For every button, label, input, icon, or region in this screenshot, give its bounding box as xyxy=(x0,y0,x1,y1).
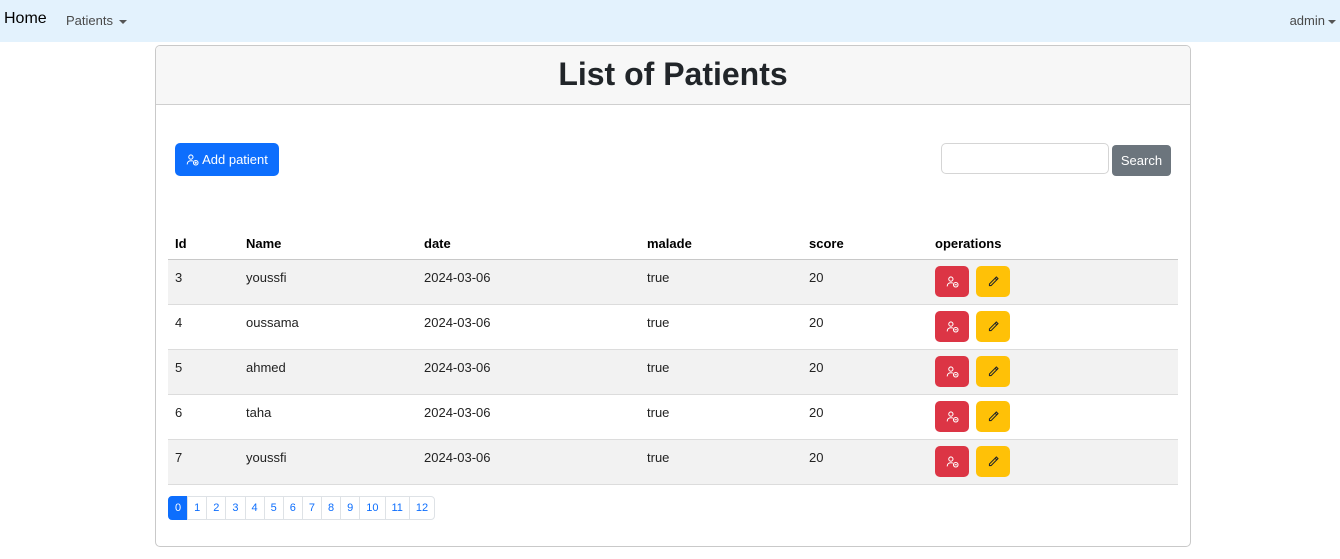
page-link[interactable]: 3 xyxy=(225,496,246,520)
cell-score: 20 xyxy=(809,405,824,420)
cell-score: 20 xyxy=(809,450,824,465)
cell-id: 5 xyxy=(175,360,183,375)
cell-id: 3 xyxy=(175,270,183,285)
cell-id: 4 xyxy=(175,315,183,330)
cell-name: youssfi xyxy=(246,450,287,465)
patients-dropdown[interactable]: Patients xyxy=(66,13,127,28)
cell-id: 7 xyxy=(175,450,183,465)
add-patient-label: Add patient xyxy=(202,152,268,167)
pencil-icon xyxy=(988,456,999,467)
delete-patient-button[interactable] xyxy=(935,266,969,297)
page-link[interactable]: 12 xyxy=(408,496,436,520)
cell-score: 20 xyxy=(809,315,824,330)
pencil-icon xyxy=(988,321,999,332)
person-remove-icon xyxy=(946,321,959,333)
pencil-icon xyxy=(988,276,999,287)
edit-patient-button[interactable] xyxy=(976,401,1010,432)
page-link[interactable]: 7 xyxy=(301,496,322,520)
delete-patient-button[interactable] xyxy=(935,401,969,432)
cell-malade: true xyxy=(647,360,670,375)
chevron-down-icon xyxy=(118,19,127,24)
delete-patient-button[interactable] xyxy=(935,446,969,477)
pagination: 0 1 2 3 4 5 6 7 8 9 10 11 12 xyxy=(168,496,436,520)
table-row: 6 taha 2024-03-06 true 20 xyxy=(168,395,1178,440)
header-malade: malade xyxy=(647,236,692,251)
header-date: date xyxy=(424,236,451,251)
person-add-icon xyxy=(186,154,199,166)
pencil-icon xyxy=(988,411,999,422)
pencil-icon xyxy=(988,366,999,377)
home-link[interactable]: Home xyxy=(4,10,47,28)
edit-patient-button[interactable] xyxy=(976,311,1010,342)
cell-malade: true xyxy=(647,315,670,330)
user-dropdown-label: admin xyxy=(1289,13,1325,28)
header-id: Id xyxy=(175,236,187,251)
page-link[interactable]: 0 xyxy=(168,496,189,520)
cell-date: 2024-03-06 xyxy=(424,450,491,465)
page-title: List of Patients xyxy=(558,56,788,92)
page-link[interactable]: 2 xyxy=(206,496,227,520)
chevron-down-icon xyxy=(1328,19,1336,24)
search-button[interactable]: Search xyxy=(1112,145,1171,176)
edit-patient-button[interactable] xyxy=(976,266,1010,297)
cell-malade: true xyxy=(647,450,670,465)
cell-date: 2024-03-06 xyxy=(424,270,491,285)
cell-name: youssfi xyxy=(246,270,287,285)
header-score: score xyxy=(809,236,844,251)
table-row: 4 oussama 2024-03-06 true 20 xyxy=(168,305,1178,350)
user-dropdown[interactable]: admin xyxy=(1290,13,1336,28)
cell-name: taha xyxy=(246,405,272,420)
patients-dropdown-label: Patients xyxy=(66,13,113,28)
delete-patient-button[interactable] xyxy=(935,356,969,387)
page-link[interactable]: 9 xyxy=(340,496,361,520)
page-link[interactable]: 5 xyxy=(263,496,284,520)
page-link[interactable]: 10 xyxy=(359,496,386,520)
patients-table: Id Name date malade score operations 3 yo… xyxy=(168,229,1178,485)
cell-name: oussama xyxy=(246,315,299,330)
page-link[interactable]: 11 xyxy=(384,496,410,520)
person-remove-icon xyxy=(946,366,959,378)
table-row: 5 ahmed 2024-03-06 true 20 xyxy=(168,350,1178,395)
cell-date: 2024-03-06 xyxy=(424,315,491,330)
cell-name: ahmed xyxy=(246,360,286,375)
cell-malade: true xyxy=(647,270,670,285)
cell-id: 6 xyxy=(175,405,183,420)
add-patient-button[interactable]: Add patient xyxy=(175,143,279,176)
patients-card: List of Patients Add patient Search Id N… xyxy=(155,45,1191,547)
cell-date: 2024-03-06 xyxy=(424,405,491,420)
cell-score: 20 xyxy=(809,360,824,375)
table-header: Id Name date malade score operations xyxy=(168,229,1178,260)
edit-patient-button[interactable] xyxy=(976,446,1010,477)
page-link[interactable]: 6 xyxy=(282,496,303,520)
cell-score: 20 xyxy=(809,270,824,285)
table-row: 3 youssfi 2024-03-06 true 20 xyxy=(168,260,1178,305)
page-link[interactable]: 4 xyxy=(244,496,265,520)
edit-patient-button[interactable] xyxy=(976,356,1010,387)
table-row: 7 youssfi 2024-03-06 true 20 xyxy=(168,440,1178,485)
search-input[interactable] xyxy=(941,143,1109,174)
person-remove-icon xyxy=(946,411,959,423)
card-header: List of Patients xyxy=(156,46,1190,105)
header-operations: operations xyxy=(935,236,1002,251)
cell-malade: true xyxy=(647,405,670,420)
page-link[interactable]: 8 xyxy=(321,496,342,520)
person-remove-icon xyxy=(946,456,959,468)
person-remove-icon xyxy=(946,276,959,288)
page-link[interactable]: 1 xyxy=(187,496,208,520)
navbar: Home Patients admin xyxy=(0,0,1340,42)
cell-date: 2024-03-06 xyxy=(424,360,491,375)
table-body: 3 youssfi 2024-03-06 true 20 4 oussama 2024-03-… xyxy=(168,260,1178,485)
delete-patient-button[interactable] xyxy=(935,311,969,342)
header-name: Name xyxy=(246,236,282,251)
